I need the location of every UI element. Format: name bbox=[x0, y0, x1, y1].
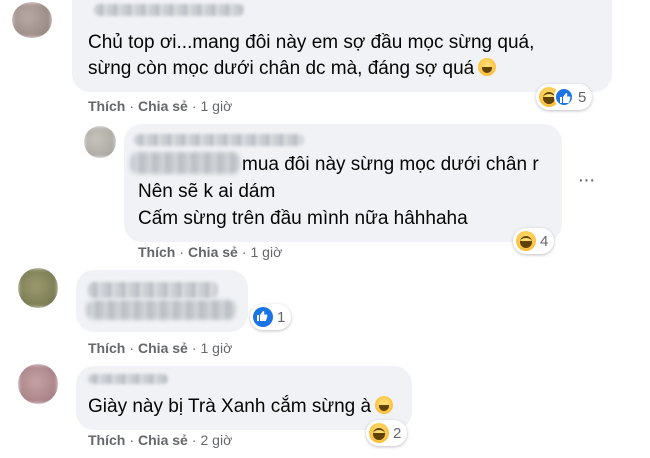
like-link[interactable]: Thích bbox=[138, 244, 175, 260]
like-icon bbox=[554, 87, 574, 107]
grinning-sweat-emoji-icon bbox=[375, 396, 394, 414]
share-link[interactable]: Chia sẻ bbox=[138, 98, 188, 114]
rofl-emoji-icon bbox=[478, 58, 497, 76]
avatar[interactable] bbox=[18, 364, 58, 404]
separator: · bbox=[191, 432, 197, 448]
redacted-text bbox=[86, 300, 236, 320]
comment-actions: Thích · Chia sẻ · 1 giờ bbox=[88, 98, 232, 114]
reaction-count: 2 bbox=[393, 424, 402, 442]
comment-text-line: Chủ top ơi...mang đôi này em sợ đầu mọc … bbox=[88, 32, 535, 53]
comment-bubble bbox=[76, 270, 248, 332]
separator: · bbox=[129, 340, 135, 356]
comment-actions: Thích · Chia sẻ · 2 giờ bbox=[88, 432, 232, 448]
redacted-text bbox=[130, 152, 240, 174]
comment-text-line: Nên sẽ k ai dám bbox=[138, 181, 276, 202]
like-link[interactable]: Thích bbox=[88, 98, 125, 114]
comment-text-segment: sừng còn mọc dưới chân dc mà, đáng sợ qu… bbox=[88, 58, 475, 79]
author-name-redacted[interactable] bbox=[94, 4, 244, 16]
separator: · bbox=[191, 98, 197, 114]
timestamp[interactable]: 1 giờ bbox=[201, 340, 233, 356]
share-link[interactable]: Chia sẻ bbox=[138, 340, 188, 356]
avatar[interactable] bbox=[18, 268, 58, 308]
avatar[interactable] bbox=[12, 2, 52, 38]
like-link[interactable]: Thích bbox=[88, 340, 125, 356]
reaction-count: 1 bbox=[277, 308, 286, 326]
author-name-redacted[interactable] bbox=[88, 282, 218, 298]
like-icon bbox=[253, 307, 273, 327]
like-link[interactable]: Thích bbox=[88, 432, 125, 448]
comment-bubble: Giày này bị Trà Xanh cắm sừng à bbox=[76, 366, 412, 430]
comment-text-line: sừng còn mọc dưới chân dc mà, đáng sợ qu… bbox=[88, 56, 497, 82]
author-name-redacted[interactable] bbox=[88, 374, 168, 384]
separator: · bbox=[129, 98, 135, 114]
haha-icon bbox=[369, 423, 389, 443]
reaction-count: 4 bbox=[540, 232, 549, 250]
comment-actions: Thích · Chia sẻ · 1 giờ bbox=[88, 340, 232, 356]
author-name-redacted[interactable] bbox=[134, 134, 304, 146]
share-link[interactable]: Chia sẻ bbox=[138, 432, 188, 448]
separator: · bbox=[191, 340, 197, 356]
reaction-summary[interactable]: 4 bbox=[513, 228, 555, 254]
separator: · bbox=[241, 244, 247, 260]
separator: · bbox=[129, 432, 135, 448]
more-options-icon[interactable]: ··· bbox=[576, 169, 596, 191]
share-link[interactable]: Chia sẻ bbox=[188, 244, 238, 260]
timestamp[interactable]: 2 giờ bbox=[201, 432, 233, 448]
comment-bubble: mua đôi này sừng mọc dưới chân r Nên sẽ … bbox=[124, 124, 562, 242]
comment-actions: Thích · Chia sẻ · 1 giờ bbox=[138, 244, 282, 260]
reaction-summary[interactable]: 5 bbox=[536, 84, 593, 110]
comment-text-line: Cấm sừng trên đầu mình nữa hâhhaha bbox=[138, 208, 468, 229]
comment-text-line: mua đôi này sừng mọc dưới chân r bbox=[242, 154, 539, 175]
timestamp[interactable]: 1 giờ bbox=[251, 244, 283, 260]
reaction-count: 5 bbox=[578, 88, 587, 106]
separator: · bbox=[179, 244, 185, 260]
reaction-summary[interactable]: 2 bbox=[366, 420, 408, 446]
comment-bubble: Chủ top ơi...mang đôi này em sợ đầu mọc … bbox=[72, 0, 612, 92]
avatar[interactable] bbox=[84, 126, 116, 158]
reaction-summary[interactable]: 1 bbox=[250, 304, 292, 330]
comment-text-line: Giày này bị Trà Xanh cắm sừng à bbox=[88, 394, 394, 420]
comment-text-segment: Giày này bị Trà Xanh cắm sừng à bbox=[88, 396, 372, 417]
haha-icon bbox=[516, 231, 536, 251]
timestamp[interactable]: 1 giờ bbox=[201, 98, 233, 114]
